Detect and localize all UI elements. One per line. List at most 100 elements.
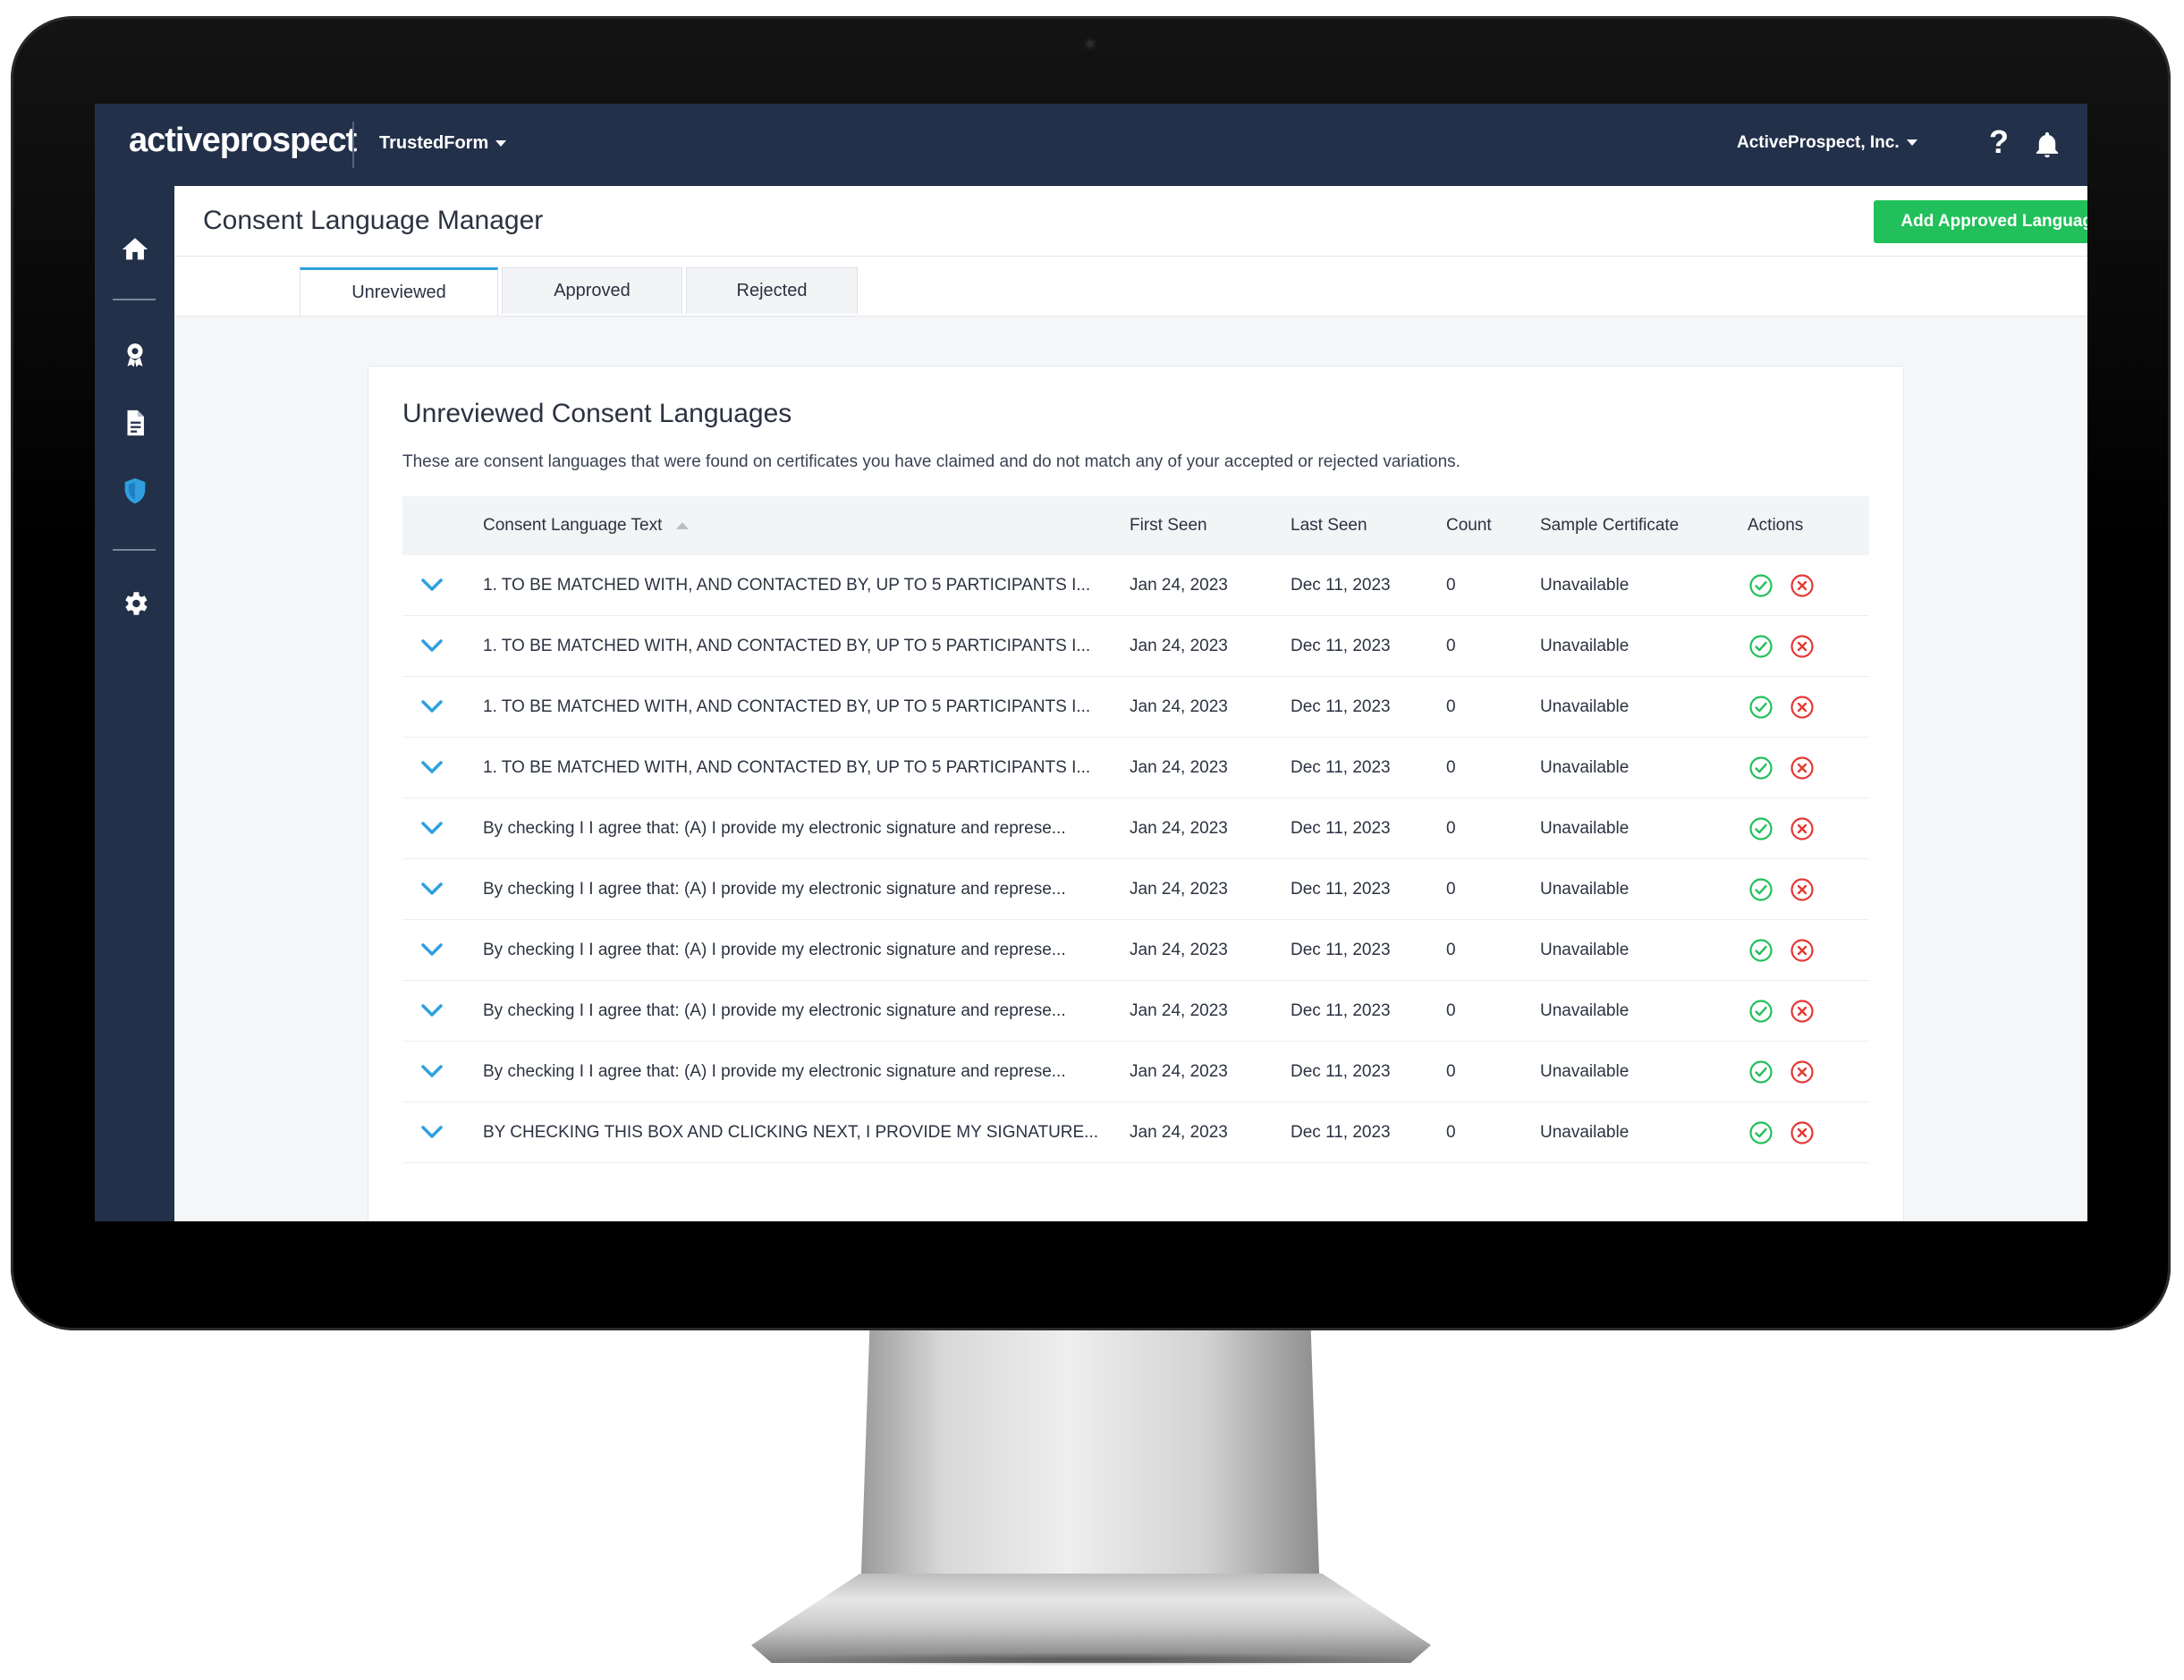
table-row[interactable]: 1. TO BE MATCHED WITH, AND CONTACTED BY,…: [402, 738, 1869, 798]
last-seen-cell: Dec 11, 2023: [1291, 1001, 1391, 1020]
count-cell: 0: [1446, 758, 1456, 777]
reject-x-icon[interactable]: [1790, 938, 1815, 963]
sidebar: [95, 186, 174, 1221]
activeprospect-logo[interactable]: activeprospect: [129, 122, 357, 160]
monitor-stand-neck: [860, 1330, 1320, 1599]
shield-icon[interactable]: [120, 476, 150, 506]
document-icon[interactable]: [120, 408, 150, 438]
sidebar-divider: [113, 299, 156, 300]
card-description: These are consent languages that were fo…: [402, 452, 1460, 471]
first-seen-cell: Jan 24, 2023: [1130, 941, 1228, 959]
approve-check-icon[interactable]: [1748, 938, 1773, 963]
chevron-down-icon[interactable]: [420, 637, 444, 654]
tab-approved[interactable]: Approved: [502, 267, 682, 314]
chevron-down-icon[interactable]: [420, 820, 444, 836]
tab-unreviewed[interactable]: Unreviewed: [300, 267, 498, 316]
reject-x-icon[interactable]: [1790, 1120, 1815, 1145]
first-seen-cell: Jan 24, 2023: [1130, 637, 1228, 655]
gear-icon[interactable]: [120, 588, 150, 619]
table-header: Consent Language Text First Seen Last Se…: [402, 496, 1869, 555]
sort-ascending-icon[interactable]: [676, 521, 690, 529]
reject-x-icon[interactable]: [1790, 816, 1815, 841]
sidebar-divider: [113, 549, 156, 551]
sample-certificate-cell: Unavailable: [1540, 1062, 1630, 1081]
first-seen-cell: Jan 24, 2023: [1130, 576, 1228, 595]
sample-certificate-cell: Unavailable: [1540, 1001, 1630, 1020]
chevron-down-icon[interactable]: [420, 1002, 444, 1018]
reject-x-icon[interactable]: [1790, 695, 1815, 720]
last-seen-cell: Dec 11, 2023: [1291, 697, 1391, 716]
sample-certificate-cell: Unavailable: [1540, 1123, 1630, 1142]
consent-text-cell: By checking I I agree that: (A) I provid…: [483, 941, 1066, 959]
sample-certificate-cell: Unavailable: [1540, 697, 1630, 716]
count-cell: 0: [1446, 880, 1456, 899]
column-header-first-seen[interactable]: First Seen: [1130, 516, 1207, 536]
bell-icon[interactable]: [2032, 129, 2062, 161]
sample-certificate-cell: Unavailable: [1540, 758, 1630, 777]
reject-x-icon[interactable]: [1790, 877, 1815, 902]
consent-text-cell: 1. TO BE MATCHED WITH, AND CONTACTED BY,…: [483, 637, 1091, 655]
table-row[interactable]: By checking I I agree that: (A) I provid…: [402, 798, 1869, 859]
consent-text-cell: BY CHECKING THIS BOX AND CLICKING NEXT, …: [483, 1123, 1099, 1142]
first-seen-cell: Jan 24, 2023: [1130, 1123, 1228, 1142]
reject-x-icon[interactable]: [1790, 634, 1815, 659]
reject-x-icon[interactable]: [1790, 756, 1815, 781]
table-row[interactable]: By checking I I agree that: (A) I provid…: [402, 859, 1869, 920]
chevron-down-icon[interactable]: [420, 941, 444, 958]
tab-rejected[interactable]: Rejected: [686, 267, 858, 314]
approve-check-icon[interactable]: [1748, 756, 1773, 781]
approve-check-icon[interactable]: [1748, 1059, 1773, 1085]
consent-text-cell: 1. TO BE MATCHED WITH, AND CONTACTED BY,…: [483, 758, 1091, 777]
home-icon[interactable]: [120, 234, 150, 265]
consent-text-cell: By checking I I agree that: (A) I provid…: [483, 880, 1066, 899]
column-header-last-seen[interactable]: Last Seen: [1291, 516, 1367, 536]
approve-check-icon[interactable]: [1748, 999, 1773, 1024]
count-cell: 0: [1446, 819, 1456, 838]
help-icon[interactable]: ?: [1989, 123, 2009, 161]
table-row[interactable]: By checking I I agree that: (A) I provid…: [402, 1042, 1869, 1102]
chevron-down-icon[interactable]: [420, 698, 444, 714]
add-approved-language-label: Add Approved Language: [1900, 212, 2087, 231]
page-title: Consent Language Manager: [203, 206, 544, 235]
reject-x-icon[interactable]: [1790, 999, 1815, 1024]
approve-check-icon[interactable]: [1748, 816, 1773, 841]
count-cell: 0: [1446, 637, 1456, 655]
product-switcher[interactable]: TrustedForm: [379, 133, 507, 154]
count-cell: 0: [1446, 576, 1456, 595]
chevron-down-icon[interactable]: [420, 577, 444, 593]
reject-x-icon[interactable]: [1790, 1059, 1815, 1085]
last-seen-cell: Dec 11, 2023: [1291, 758, 1391, 777]
account-menu-label: ActiveProspect, Inc.: [1737, 133, 1900, 152]
table-row[interactable]: 1. TO BE MATCHED WITH, AND CONTACTED BY,…: [402, 677, 1869, 738]
column-header-count[interactable]: Count: [1446, 516, 1492, 536]
caret-down-icon: [1906, 139, 1917, 147]
table-row[interactable]: By checking I I agree that: (A) I provid…: [402, 920, 1869, 981]
table-row[interactable]: 1. TO BE MATCHED WITH, AND CONTACTED BY,…: [402, 555, 1869, 616]
top-navigation-bar: activeprospect TrustedForm ActiveProspec…: [95, 104, 2087, 186]
approve-check-icon[interactable]: [1748, 1120, 1773, 1145]
chevron-down-icon[interactable]: [420, 881, 444, 897]
badge-icon[interactable]: [120, 340, 150, 370]
last-seen-cell: Dec 11, 2023: [1291, 880, 1391, 899]
product-switcher-label: TrustedForm: [379, 133, 489, 153]
approve-check-icon[interactable]: [1748, 573, 1773, 598]
approve-check-icon[interactable]: [1748, 695, 1773, 720]
monitor-stand-shadow: [757, 1652, 1426, 1667]
approve-check-icon[interactable]: [1748, 877, 1773, 902]
approve-check-icon[interactable]: [1748, 634, 1773, 659]
column-header-sample-certificate: Sample Certificate: [1540, 516, 1680, 535]
table-row[interactable]: By checking I I agree that: (A) I provid…: [402, 981, 1869, 1042]
column-header-actions: Actions: [1748, 516, 1804, 535]
consent-text-cell: By checking I I agree that: (A) I provid…: [483, 1001, 1066, 1020]
chevron-down-icon[interactable]: [420, 759, 444, 775]
chevron-down-icon[interactable]: [420, 1063, 444, 1079]
account-menu[interactable]: ActiveProspect, Inc.: [1737, 133, 1917, 153]
chevron-down-icon[interactable]: [420, 1124, 444, 1140]
column-header-text[interactable]: Consent Language Text: [483, 516, 690, 536]
last-seen-cell: Dec 11, 2023: [1291, 1062, 1391, 1081]
table-row[interactable]: 1. TO BE MATCHED WITH, AND CONTACTED BY,…: [402, 616, 1869, 677]
consent-text-cell: By checking I I agree that: (A) I provid…: [483, 819, 1066, 838]
reject-x-icon[interactable]: [1790, 573, 1815, 598]
table-row[interactable]: BY CHECKING THIS BOX AND CLICKING NEXT, …: [402, 1102, 1869, 1163]
add-approved-language-button[interactable]: Add Approved Language +: [1874, 200, 2087, 243]
